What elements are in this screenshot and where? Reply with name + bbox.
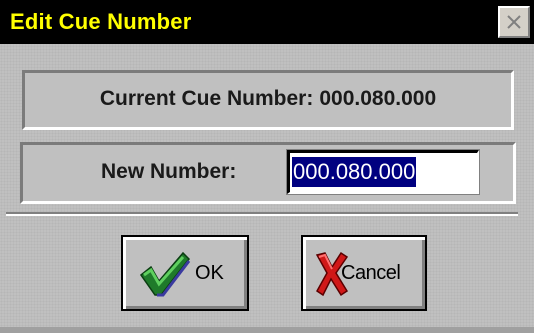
current-cue-panel: Current Cue Number: 000.080.000 <box>22 70 514 130</box>
title-bar[interactable]: Edit Cue Number <box>0 0 534 44</box>
current-cue-label: Current Cue Number: <box>99 87 314 110</box>
current-cue-value: 000.080.000 <box>319 87 437 110</box>
separator-line <box>6 212 518 216</box>
edit-cue-number-dialog: Edit Cue Number Current Cue Number: 000.0… <box>0 0 534 333</box>
new-number-input[interactable]: 000.080.000 <box>286 149 480 195</box>
cancel-button-label: Cancel <box>341 262 401 284</box>
close-button[interactable] <box>498 6 530 38</box>
new-number-label: New Number: <box>101 160 237 183</box>
cancel-button[interactable]: Cancel <box>301 235 427 311</box>
dialog-bottom-edge <box>0 327 534 333</box>
current-cue-readout: Current Cue Number: 000.080.000 <box>25 87 511 111</box>
ok-button-label: OK <box>195 262 224 284</box>
new-number-selected-text: 000.080.000 <box>292 157 417 187</box>
checkmark-icon <box>139 251 191 297</box>
dialog-title: Edit Cue Number <box>10 9 192 34</box>
close-x-icon <box>507 15 521 29</box>
new-number-panel: New Number: 000.080.000 <box>20 142 516 204</box>
ok-button[interactable]: OK <box>121 235 249 311</box>
